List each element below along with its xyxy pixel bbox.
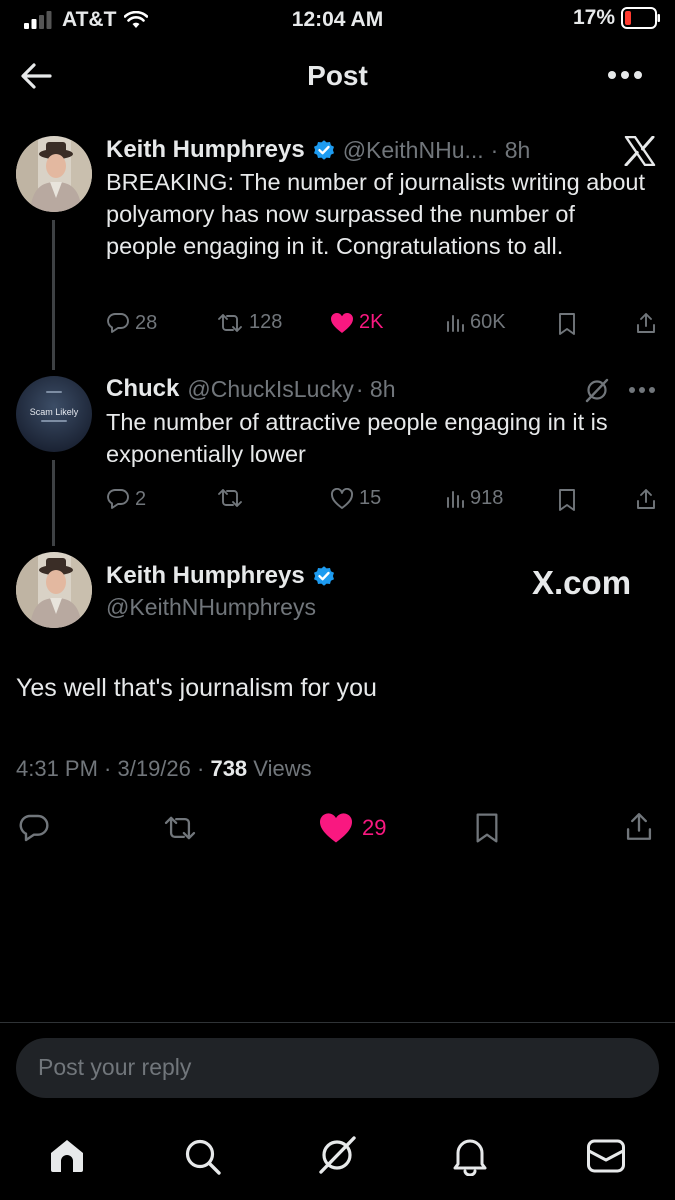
tweet2-repost-button[interactable] [216,487,244,509]
main-tweet-header: Keith Humphreys [106,562,336,590]
nav-notifications-button[interactable] [452,1136,488,1176]
tweet2-like-count: 15 [359,487,382,509]
main-like-count: 29 [362,815,387,840]
verified-badge-icon [312,564,336,588]
more-horizontal-icon [628,386,656,394]
tweet2-views-button[interactable]: 918 [445,487,503,510]
home-icon [48,1138,86,1174]
bookmark-icon [557,312,577,336]
verified-badge-icon [312,138,336,162]
views-chart-icon [445,313,465,333]
main-reply-button[interactable] [18,812,50,844]
tweet1-header: Keith Humphreys @KeithNHu... · 8h [106,136,530,164]
tweet2-header: Chuck @ChuckIsLucky · 8h [106,375,396,403]
thread-connector [52,460,55,546]
reply-placeholder: Post your reply [38,1054,192,1080]
main-bookmark-button[interactable] [472,812,502,844]
main-share-button[interactable] [624,810,654,843]
tweet1-like-count: 2K [359,311,384,333]
main-views-count: 738 [210,756,248,781]
tweet2-reply-count: 2 [135,487,147,510]
nav-search-button[interactable] [184,1138,222,1176]
tweet1-reply-button[interactable]: 28 [106,311,157,335]
repost-icon [216,312,244,334]
battery-icon [621,7,661,29]
status-right: 17% [573,6,661,30]
main-author-handle[interactable]: @KeithNHumphreys [106,594,316,621]
bookmark-icon [472,812,502,844]
tweet2-time: · 8h [355,375,396,402]
tweet2-like-button[interactable]: 15 [330,487,381,510]
tweet2-share-button[interactable] [635,487,657,511]
share-icon [635,311,657,335]
repost-icon [162,814,198,842]
tweet2-views-count: 918 [470,487,504,509]
tweet1-views-count: 60K [470,311,506,333]
tweet1-repost-count: 128 [249,311,283,333]
avatar-keith-main[interactable] [16,552,92,628]
avatar-keith[interactable] [16,136,92,212]
nav-messages-button[interactable] [586,1138,626,1174]
heart-filled-icon [330,312,354,334]
main-tweet-text: Yes well that's journalism for you [16,674,377,702]
tweet2-handle[interactable]: @ChuckIsLucky [187,376,354,403]
main-repost-button[interactable] [162,814,198,842]
search-icon [184,1138,222,1176]
reply-divider [0,1022,675,1023]
more-options-button[interactable] [607,70,643,80]
tweet1-reply-count: 28 [135,311,158,334]
heart-filled-icon [318,812,354,844]
tweet1-handle[interactable]: @KeithNHu... [343,137,484,164]
mail-icon [586,1138,626,1174]
status-bar: AT&T 12:04 AM 17% [0,0,675,40]
heart-outline-icon [330,487,354,510]
x-logo-icon [624,136,656,166]
main-tweet-meta: 4:31 PM · 3/19/26 · 738 Views [16,756,312,782]
grok-icon[interactable] [583,376,611,404]
repost-icon [216,487,244,509]
reply-icon [106,311,130,335]
share-icon [635,487,657,511]
tweet2-more-button[interactable] [628,386,656,394]
tweet1-like-button[interactable]: 2K [330,311,383,334]
tweet2-reply-button[interactable]: 2 [106,487,146,511]
avatar-chuck-caption: Scam Likely [29,407,79,417]
tweet2-text: The number of attractive people engaging… [106,409,608,467]
avatar-chuck[interactable]: Scam Likely [16,376,92,452]
tweet2-author-name[interactable]: Chuck [106,375,179,403]
tweet1-time: · 8h [490,136,531,163]
nav-home-button[interactable] [48,1138,86,1174]
main-timestamp: 4:31 PM · 3/19/26 · [16,756,205,781]
x-com-watermark: X.com [532,564,632,601]
thread-connector [52,220,55,370]
views-chart-icon [445,489,465,509]
page-title: Post [307,60,368,91]
tweet1-views-button[interactable]: 60K [445,311,506,334]
tweet2-bookmark-button[interactable] [557,488,577,512]
reply-icon [18,812,50,844]
reply-icon [106,487,130,511]
grok-icon [316,1134,358,1176]
more-horizontal-icon [607,70,643,80]
tweet1-author-name[interactable]: Keith Humphreys [106,136,305,164]
tweet1-repost-button[interactable]: 128 [216,311,282,334]
tweet1-text: BREAKING: The number of journalists writ… [106,169,646,259]
bookmark-icon [557,488,577,512]
share-icon [624,810,654,843]
tweet1-share-button[interactable] [635,311,657,335]
tweet1-bookmark-button[interactable] [557,312,577,336]
main-like-button[interactable]: 29 [318,812,386,844]
nav-grok-button[interactable] [316,1134,358,1176]
battery-percent: 17% [572,6,615,29]
main-author-name[interactable]: Keith Humphreys [106,562,305,590]
bell-icon [452,1136,488,1176]
main-views-label: Views [253,756,312,781]
